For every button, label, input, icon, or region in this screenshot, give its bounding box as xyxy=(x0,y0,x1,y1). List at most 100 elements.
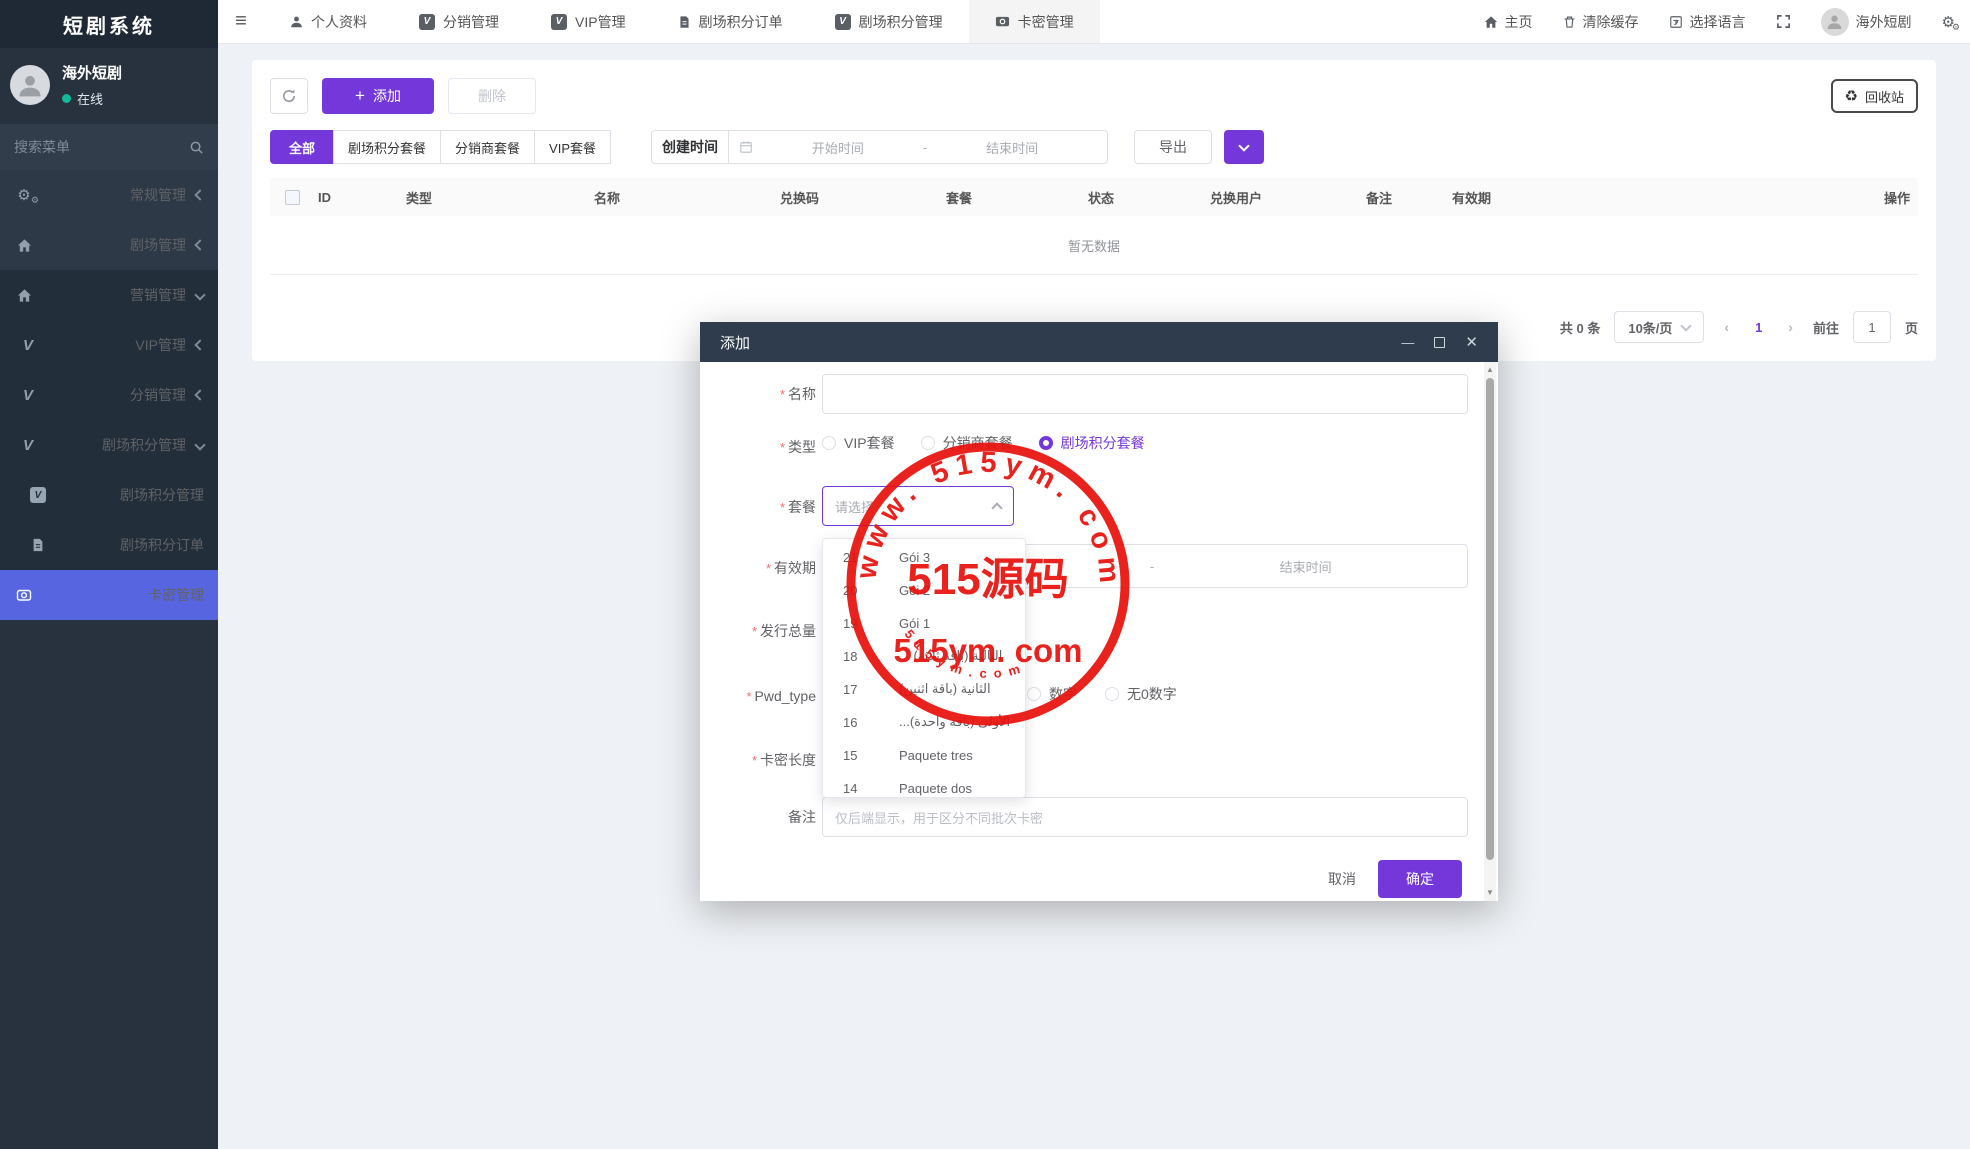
chevron-down-icon xyxy=(1681,320,1692,331)
dialog-header: 添加 — ✕ xyxy=(700,322,1498,362)
radio-distributor-package[interactable]: 分销商套餐 xyxy=(921,433,1013,453)
add-dialog: 添加 — ✕ *名称 *类型 VIP套餐 分销商套餐 xyxy=(700,322,1498,901)
tab-vip[interactable]: V VIP管理 xyxy=(525,0,652,43)
goto-page-input[interactable] xyxy=(1853,311,1891,343)
dialog-title: 添加 xyxy=(720,332,750,353)
tab-card-keys[interactable]: 卡密管理 xyxy=(969,0,1100,43)
minimize-icon[interactable]: — xyxy=(1401,336,1414,349)
dropdown-option[interactable]: 21Gói 3 xyxy=(823,539,1025,572)
delete-button[interactable]: 删除 xyxy=(448,78,536,114)
sidebar-item-card-keys[interactable]: 卡密管理 xyxy=(0,570,218,620)
user-menu[interactable]: 海外短剧 xyxy=(1806,0,1927,43)
sidebar-item-distribution[interactable]: V 分销管理 xyxy=(0,370,218,420)
filter-tab-vip[interactable]: VIP套餐 xyxy=(534,130,611,164)
sidebar-item-general[interactable]: ⚙⚙ 常规管理 xyxy=(0,170,218,220)
radio-digits[interactable]: 数字 xyxy=(1027,684,1077,704)
trash-icon xyxy=(1563,15,1576,29)
created-time-label: 创建时间 xyxy=(651,130,728,164)
sidebar-item-marketing[interactable]: 营销管理 xyxy=(0,270,218,320)
chevron-left-icon xyxy=(194,239,205,250)
add-button[interactable]: + 添加 xyxy=(322,78,434,114)
refresh-button[interactable] xyxy=(270,78,308,114)
refresh-icon xyxy=(281,88,297,104)
maximize-icon[interactable] xyxy=(1434,337,1445,348)
sidebar: 短剧系统 海外短剧 在线 搜索菜单 ⚙⚙ 常规管理 剧场管理 xyxy=(0,0,218,1149)
radio-vip-package[interactable]: VIP套餐 xyxy=(822,433,895,453)
user-block: 海外短剧 在线 xyxy=(0,48,218,124)
created-time-range-input[interactable]: 开始时间 - 结束时间 xyxy=(728,130,1108,164)
sidebar-item-theater-points-manage[interactable]: V 剧场积分管理 xyxy=(0,470,218,520)
calendar-icon xyxy=(739,140,753,154)
confirm-button[interactable]: 确定 xyxy=(1378,860,1462,898)
dropdown-option[interactable]: 18... الثالثة (باقة ثلاثة) xyxy=(823,638,1025,671)
dropdown-option[interactable]: 16...الأولى (باقة واحدة) xyxy=(823,704,1025,737)
chevron-down-icon xyxy=(1238,140,1249,151)
page-size-select[interactable]: 10条/页 xyxy=(1614,311,1704,343)
language-button[interactable]: 选择语言 xyxy=(1654,0,1761,43)
avatar xyxy=(1821,8,1849,36)
v-icon: V xyxy=(18,387,38,404)
dropdown-option[interactable]: 19Gói 1 xyxy=(823,605,1025,638)
radio-theater-points-package[interactable]: 剧场积分套餐 xyxy=(1039,433,1145,453)
package-select[interactable]: 请选择 xyxy=(822,486,1014,526)
select-all-checkbox[interactable] xyxy=(285,190,300,205)
filter-tab-theater-points[interactable]: 剧场积分套餐 xyxy=(333,130,441,164)
chevron-down-icon xyxy=(194,289,205,300)
prev-page-button[interactable]: ‹ xyxy=(1718,319,1735,335)
card-key-icon xyxy=(14,587,34,603)
empty-state: 暂无数据 xyxy=(270,216,1918,274)
hamburger-menu-icon[interactable]: ≡ xyxy=(218,0,264,43)
current-page[interactable]: 1 xyxy=(1749,320,1768,335)
home-button[interactable]: 主页 xyxy=(1469,0,1548,43)
v-square-icon: V xyxy=(551,14,567,30)
home-icon xyxy=(14,238,34,253)
clear-cache-button[interactable]: 清除缓存 xyxy=(1548,0,1654,43)
tab-theater-points-manage[interactable]: V 剧场积分管理 xyxy=(809,0,969,43)
export-button[interactable]: 导出 xyxy=(1134,130,1212,164)
tab-profile[interactable]: 个人资料 xyxy=(264,0,393,43)
settings-button[interactable]: ⚙⚙ xyxy=(1927,0,1970,43)
person-icon xyxy=(17,72,43,98)
close-icon[interactable]: ✕ xyxy=(1465,335,1478,350)
remark-placeholder: 仅后端显示，用于区分不同批次卡密 xyxy=(835,808,1043,827)
cancel-button[interactable]: 取消 xyxy=(1328,869,1356,889)
next-page-button[interactable]: › xyxy=(1782,319,1799,335)
filter-tab-all[interactable]: 全部 xyxy=(270,130,334,164)
recycle-bin-button[interactable]: ♻ 回收站 xyxy=(1831,79,1918,113)
plus-icon: + xyxy=(355,86,365,106)
tab-theater-points-orders[interactable]: 剧场积分订单 xyxy=(652,0,809,43)
sidebar-search-input[interactable]: 搜索菜单 xyxy=(0,124,218,170)
radio-no-zero-digits[interactable]: 无0数字 xyxy=(1105,684,1177,704)
filter-tab-distributor[interactable]: 分销商套餐 xyxy=(440,130,535,164)
tab-distribution[interactable]: V 分销管理 xyxy=(393,0,525,43)
dropdown-option[interactable]: 20Gói 2 xyxy=(823,572,1025,605)
scroll-up-arrow[interactable]: ▲ xyxy=(1484,364,1496,376)
chevron-left-icon xyxy=(194,339,205,350)
sidebar-item-theater-points-orders[interactable]: 剧场积分订单 xyxy=(0,520,218,570)
fullscreen-icon xyxy=(1776,14,1791,29)
table-header: ID 类型 名称 兑换码 套餐 状态 兑换用户 备注 有效期 操作 xyxy=(270,178,1918,216)
sidebar-item-vip[interactable]: V VIP管理 xyxy=(0,320,218,370)
remark-input[interactable]: 仅后端显示，用于区分不同批次卡密 xyxy=(822,797,1468,837)
top-navbar: ≡ 个人资料 V 分销管理 V VIP管理 剧场积分订单 V 剧场积分管理 卡密… xyxy=(218,0,1970,44)
name-input[interactable] xyxy=(822,374,1468,414)
radio-icon xyxy=(822,436,836,450)
dropdown-option[interactable]: 17(الثانية (باقة اثنين xyxy=(823,671,1025,704)
package-label: 套餐 xyxy=(788,499,816,515)
start-time-placeholder: 开始时间 xyxy=(753,138,923,157)
package-placeholder: 请选择 xyxy=(835,497,874,516)
more-actions-button[interactable] xyxy=(1224,130,1264,164)
dialog-scrollbar[interactable]: ▲ ▼ xyxy=(1484,362,1496,901)
chevron-left-icon xyxy=(194,189,205,200)
home-icon xyxy=(14,288,34,303)
scrollbar-thumb[interactable] xyxy=(1486,378,1494,860)
scroll-down-arrow[interactable]: ▼ xyxy=(1484,887,1496,899)
pwd-type-label: Pwd_type xyxy=(755,688,816,704)
sidebar-item-theater-points[interactable]: V 剧场积分管理 xyxy=(0,420,218,470)
fullscreen-button[interactable] xyxy=(1761,0,1806,43)
user-avatar[interactable] xyxy=(10,65,50,105)
package-dropdown: 21Gói 3 20Gói 2 19Gói 1 18... الثالثة (ب… xyxy=(822,538,1026,798)
dropdown-option[interactable]: 14Paquete dos xyxy=(823,770,1025,798)
dropdown-option[interactable]: 15Paquete tres xyxy=(823,737,1025,770)
sidebar-item-theater[interactable]: 剧场管理 xyxy=(0,220,218,270)
